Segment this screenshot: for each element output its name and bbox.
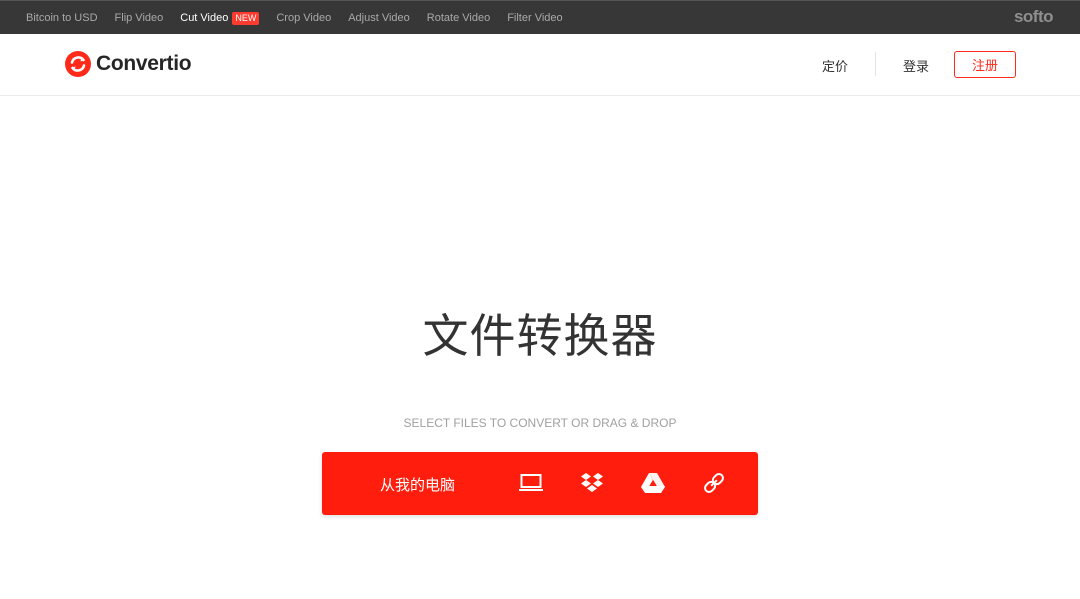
signup-button[interactable]: 注册	[954, 51, 1016, 78]
convertio-logo[interactable]: Convertio	[65, 51, 192, 77]
top-link-rotate-video[interactable]: Rotate Video	[427, 12, 490, 24]
top-link-bitcoin-to-usd[interactable]: Bitcoin to USD	[26, 12, 98, 24]
logo-text: Convertio	[96, 52, 192, 75]
computer-icon[interactable]	[518, 470, 544, 496]
top-link-adjust-video[interactable]: Adjust Video	[348, 12, 410, 24]
from-computer-button[interactable]: 从我的电脑	[380, 474, 455, 495]
nav-pricing-link[interactable]: 定价	[822, 56, 848, 75]
upload-instructions: SELECT FILES TO CONVERT OR DRAG & DROP	[403, 416, 677, 430]
url-link-icon[interactable]	[701, 470, 727, 496]
top-link-cut-video-label: Cut Video	[180, 12, 229, 24]
top-link-filter-video[interactable]: Filter Video	[507, 12, 562, 24]
nav-divider	[875, 52, 876, 76]
softo-brand-logo[interactable]: softo	[1014, 7, 1054, 27]
google-drive-icon[interactable]	[640, 470, 666, 496]
top-link-cut-video[interactable]: Cut Video NEW	[180, 11, 260, 25]
site-header: Convertio 定价 登录 注册	[0, 34, 1080, 96]
page-title: 文件转换器	[422, 309, 658, 363]
top-link-crop-video[interactable]: Crop Video	[276, 12, 331, 24]
top-links: Bitcoin to USD Flip Video Cut Video NEW …	[26, 1, 580, 35]
nav-login-link[interactable]: 登录	[903, 56, 929, 75]
top-link-flip-video[interactable]: Flip Video	[115, 12, 164, 24]
dropbox-icon[interactable]	[579, 470, 605, 496]
file-upload-bar: 从我的电脑	[322, 452, 758, 515]
top-links-bar: Bitcoin to USD Flip Video Cut Video NEW …	[0, 0, 1080, 34]
convertio-logo-icon	[65, 51, 91, 77]
new-badge: NEW	[232, 11, 260, 25]
